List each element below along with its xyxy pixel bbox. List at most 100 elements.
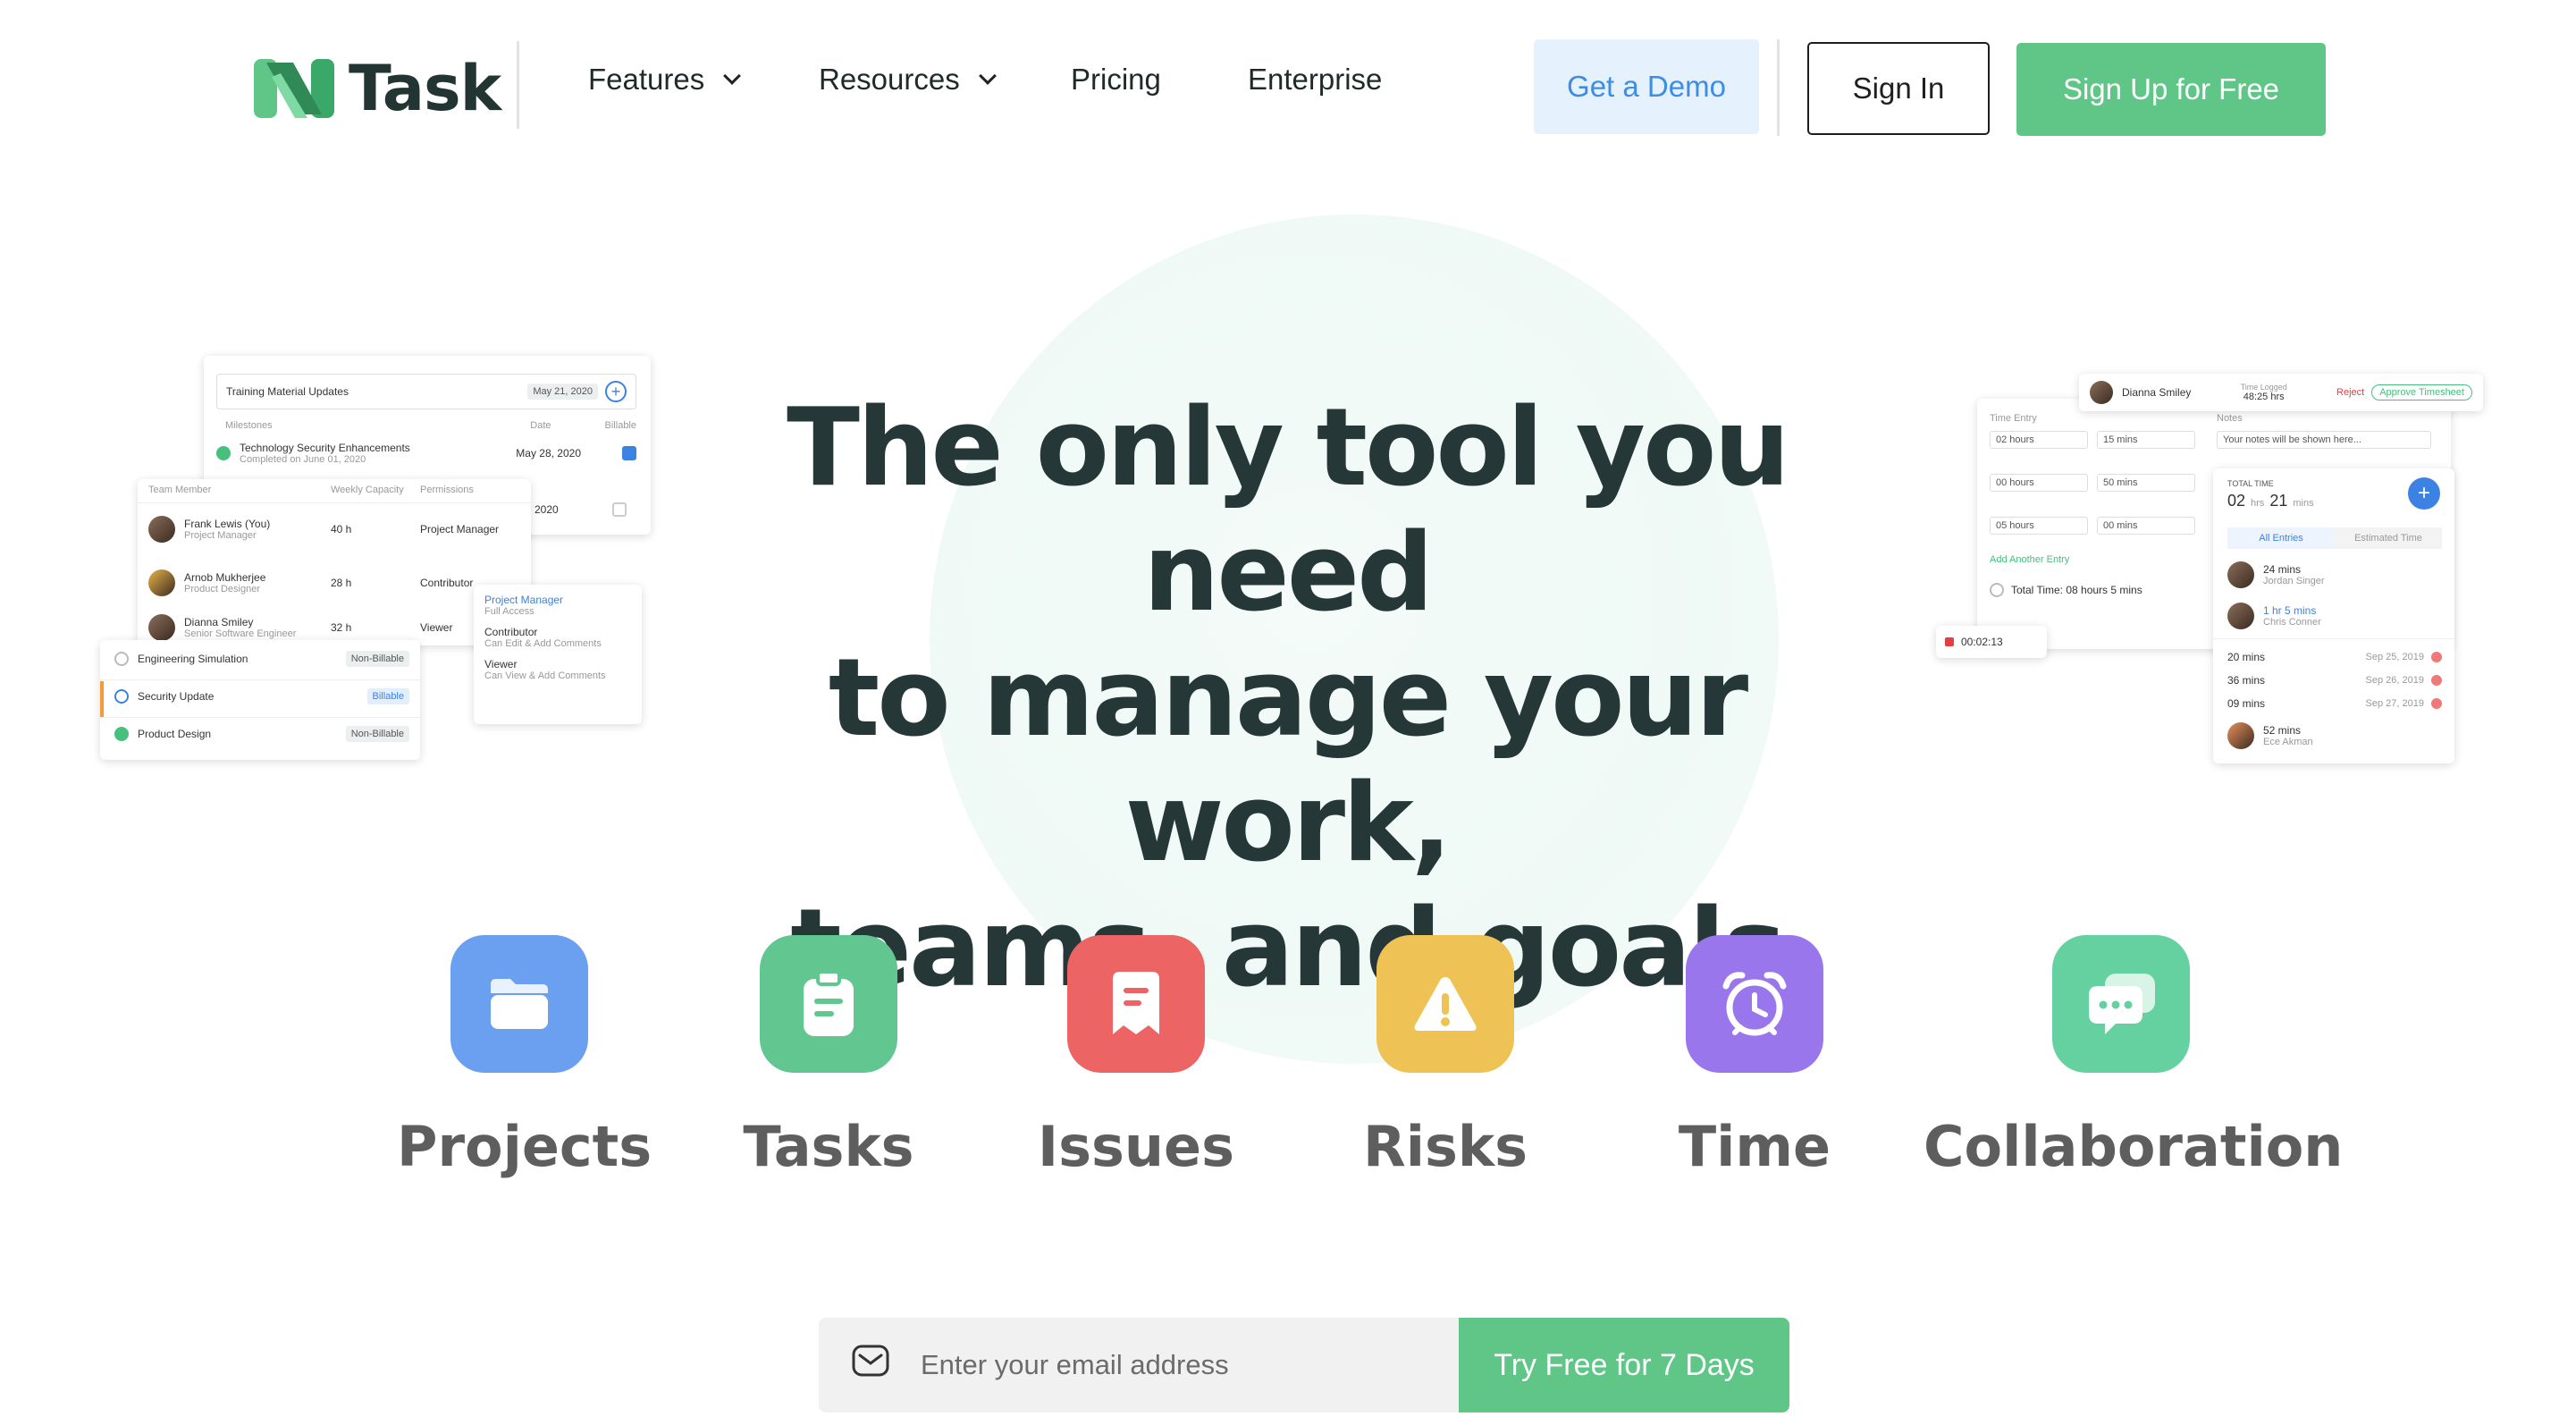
timer-value: 00:02:13 — [1961, 636, 2003, 648]
add-icon[interactable]: + — [2408, 477, 2440, 510]
permission-option[interactable]: Contributor Can Edit & Add Comments — [484, 626, 631, 649]
total-hours-unit: hrs — [2251, 498, 2265, 509]
permission-select[interactable]: Project Manager — [420, 523, 499, 535]
task-name: Product Design — [138, 728, 212, 740]
nav-features-label: Features — [588, 63, 705, 96]
feature-collaboration[interactable] — [2052, 935, 2190, 1073]
mail-icon — [852, 1345, 889, 1377]
log-row: 36 mins Sep 26, 2019 — [2227, 674, 2442, 687]
approve-button[interactable]: Approve Timesheet — [2371, 384, 2472, 401]
log-date: Sep 26, 2019 — [2365, 675, 2424, 686]
task-row[interactable]: Engineering Simulation Non-Billable — [114, 651, 409, 667]
tab-estimated-time[interactable]: Estimated Time — [2335, 527, 2442, 549]
hours-select[interactable]: 00 hours — [1990, 474, 2088, 492]
sign-up-button[interactable]: Sign Up for Free — [2016, 43, 2326, 136]
log-time: 20 mins — [2227, 651, 2266, 663]
total-time-value: 02 hrs 21 mins — [2227, 492, 2314, 510]
notes-input[interactable]: Your notes will be shown here... — [2217, 431, 2431, 449]
nav-pricing[interactable]: Pricing — [1071, 63, 1161, 97]
feature-time[interactable] — [1686, 935, 1823, 1073]
hours-select[interactable]: 05 hours — [1990, 517, 2088, 535]
task-row[interactable]: Security Update Billable — [114, 688, 409, 704]
log-time: 09 mins — [2227, 697, 2266, 710]
milestone-name: Technology Security Enhancements — [240, 442, 410, 454]
log-date: Sep 27, 2019 — [2365, 698, 2424, 709]
logo[interactable]: Task — [254, 52, 501, 125]
total-time-text: Total Time: 08 hours 5 mins — [2011, 584, 2142, 596]
permission-option[interactable]: Project Manager Full Access — [484, 594, 631, 617]
nav-enterprise[interactable]: Enterprise — [1248, 63, 1382, 97]
clock-icon — [1990, 583, 2004, 597]
mins-select[interactable]: 00 mins — [2097, 517, 2195, 535]
col-billable: Billable — [604, 420, 636, 431]
feature-tasks[interactable] — [760, 935, 897, 1073]
delete-icon[interactable] — [2431, 652, 2442, 662]
task-list-card: Engineering Simulation Non-Billable Secu… — [100, 640, 420, 760]
feature-tasks-label: Tasks — [743, 1114, 914, 1179]
time-logged-value: 48:25 hrs — [2243, 392, 2285, 402]
log-row: 09 mins Sep 27, 2019 — [2227, 697, 2442, 710]
permission-option-sub: Can Edit & Add Comments — [484, 638, 602, 649]
timer-widget[interactable]: 00:02:13 — [1936, 626, 2047, 658]
col-capacity: Weekly Capacity — [331, 485, 404, 495]
timesheet-header: Dianna Smiley Time Logged 48:25 hrs Reje… — [2079, 374, 2483, 411]
billing-tag: Non-Billable — [345, 651, 409, 667]
member-name: Frank Lewis (You) — [184, 518, 271, 530]
permission-option-title: Contributor — [484, 626, 538, 638]
feature-risks[interactable] — [1376, 935, 1514, 1073]
avatar — [2090, 381, 2113, 404]
add-entry-link[interactable]: Add Another Entry — [1990, 554, 2069, 565]
logo-mark-icon — [254, 59, 334, 118]
milestone-date: May 21, 2020 — [527, 384, 598, 400]
billable-checkbox[interactable] — [622, 446, 636, 460]
feature-issues[interactable] — [1067, 935, 1205, 1073]
permission-select[interactable]: Contributor — [420, 577, 473, 589]
feature-projects[interactable] — [450, 935, 588, 1073]
member-name: Dianna Smiley — [184, 616, 254, 628]
mins-select[interactable]: 15 mins — [2097, 431, 2195, 449]
email-input[interactable] — [921, 1334, 1439, 1396]
member-name: Arnob Mukherjee — [184, 571, 266, 584]
team-row: Frank Lewis (You) Project Manager 40 h P… — [148, 510, 524, 549]
reject-button[interactable]: Reject — [2336, 387, 2364, 398]
delete-icon[interactable] — [2431, 675, 2442, 686]
try-free-button[interactable]: Try Free for 7 Days — [1459, 1318, 1789, 1412]
nav-features[interactable]: Features — [588, 63, 742, 97]
task-name: Engineering Simulation — [138, 653, 248, 665]
billing-tag: Billable — [366, 688, 409, 704]
list-item[interactable]: 1 hr 5 mins Chris Conner — [2227, 603, 2321, 629]
notes-label: Notes — [2217, 413, 2243, 424]
hero-title-line: The only tool you need — [787, 386, 1790, 636]
get-demo-button[interactable]: Get a Demo — [1534, 39, 1759, 134]
list-item[interactable]: 24 mins Jordan Singer — [2227, 561, 2325, 588]
warning-icon — [1414, 977, 1477, 1031]
total-time-card: TOTAL TIME 02 hrs 21 mins + All Entries … — [2213, 468, 2454, 763]
member-role: Senior Software Engineer — [184, 628, 297, 639]
header-divider — [1777, 39, 1780, 136]
alarm-clock-icon — [1722, 972, 1787, 1036]
time-logged-label: Time Logged — [2240, 383, 2287, 392]
billable-checkbox[interactable] — [611, 502, 627, 517]
list-item[interactable]: 52 mins Ece Akman — [2227, 722, 2313, 749]
delete-icon[interactable] — [2431, 698, 2442, 709]
sign-in-button[interactable]: Sign In — [1807, 42, 1990, 135]
nav-resources[interactable]: Resources — [819, 63, 997, 97]
task-row[interactable]: Product Design Non-Billable — [114, 726, 409, 742]
permission-option-sub: Can View & Add Comments — [484, 670, 606, 681]
add-icon[interactable]: + — [605, 381, 627, 402]
avatar — [2227, 561, 2254, 588]
col-team-member: Team Member — [148, 485, 212, 495]
stop-icon[interactable] — [1945, 637, 1954, 646]
permission-menu: Project Manager Full Access Contributor … — [474, 585, 642, 724]
permission-select[interactable]: Viewer — [420, 621, 452, 634]
hours-select[interactable]: 02 hours — [1990, 431, 2088, 449]
log-row: 20 mins Sep 25, 2019 — [2227, 651, 2442, 663]
feature-projects-label: Projects — [397, 1114, 652, 1179]
mins-select[interactable]: 50 mins — [2097, 474, 2195, 492]
person-time: 52 mins — [2263, 724, 2302, 737]
chat-bubbles-icon — [2089, 974, 2155, 1034]
tab-all-entries[interactable]: All Entries — [2227, 527, 2335, 549]
logo-text: Task — [349, 52, 501, 125]
permission-option[interactable]: Viewer Can View & Add Comments — [484, 658, 631, 681]
feature-issues-label: Issues — [1038, 1114, 1234, 1179]
